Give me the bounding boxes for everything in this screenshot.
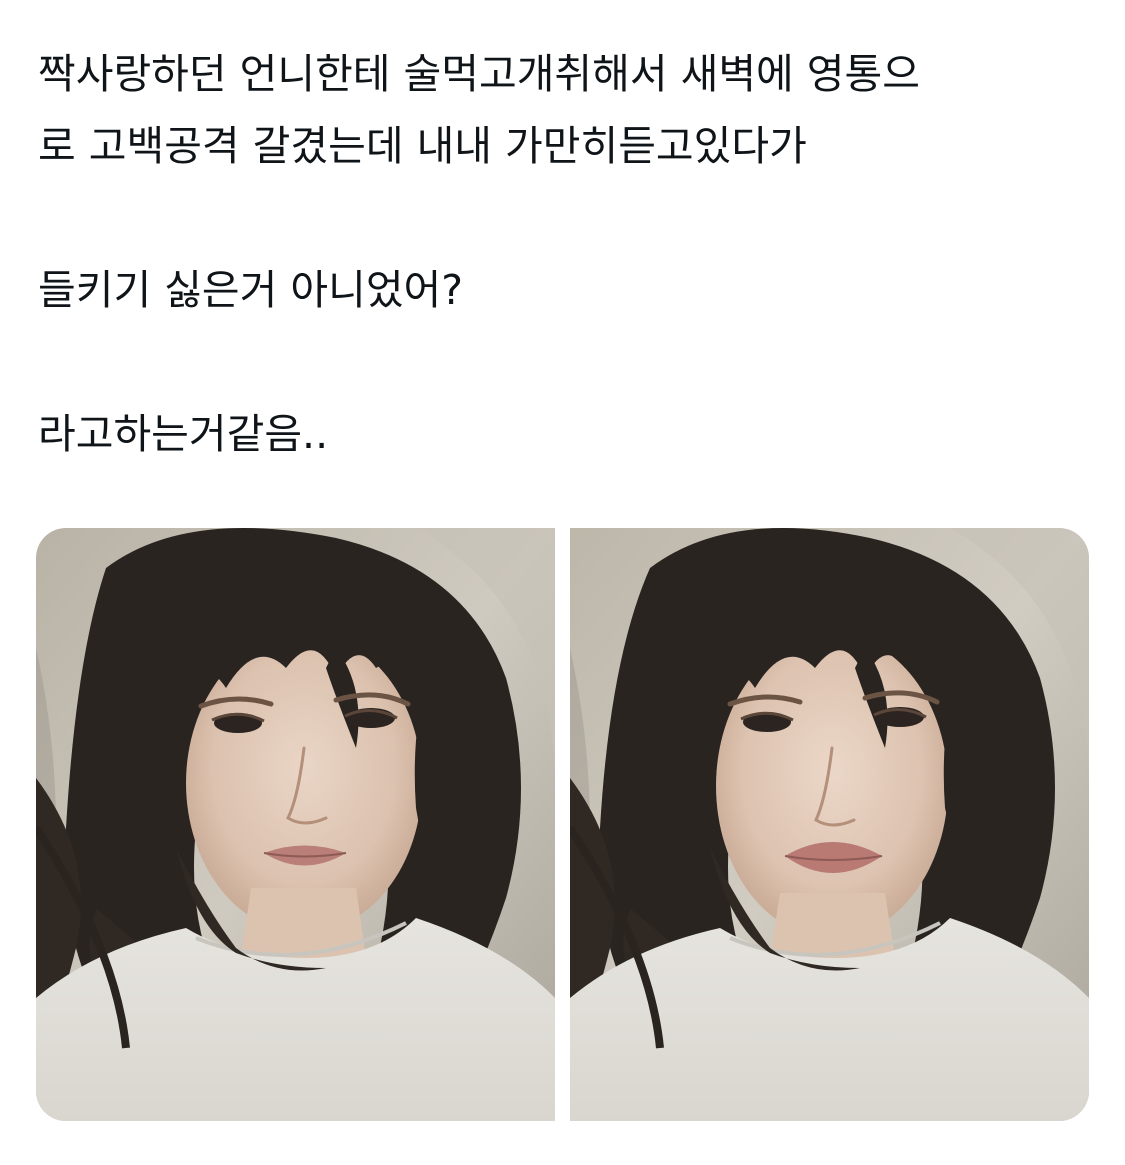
tweet-text-line-6: 라고하는거같음.. [38,410,329,458]
tweet-text-line-3 [38,182,1088,254]
tweet-text-line-5 [38,326,1088,398]
photo-left[interactable] [36,528,555,1121]
tweet-text-line-1: 짝사랑하던 언니한테 술먹고개취해서 새벽에 영통으 [38,50,920,98]
tweet-text-line-2: 로 고백공격 갈겼는데 내내 가만히듣고있다가 [38,122,807,170]
selfie-photo-right [570,528,1089,1121]
tweet-text-line-4: 들키기 싫은거 아니었어? [38,266,464,314]
tweet-post: 짝사랑하던 언니한테 술먹고개취해서 새벽에 영통으 로 고백공격 갈겼는데 내… [0,0,1125,1165]
media-grid [36,528,1089,1121]
selfie-photo-left [36,528,555,1121]
photo-right[interactable] [570,528,1089,1121]
tweet-text: 짝사랑하던 언니한테 술먹고개취해서 새벽에 영통으 로 고백공격 갈겼는데 내… [38,38,1088,470]
